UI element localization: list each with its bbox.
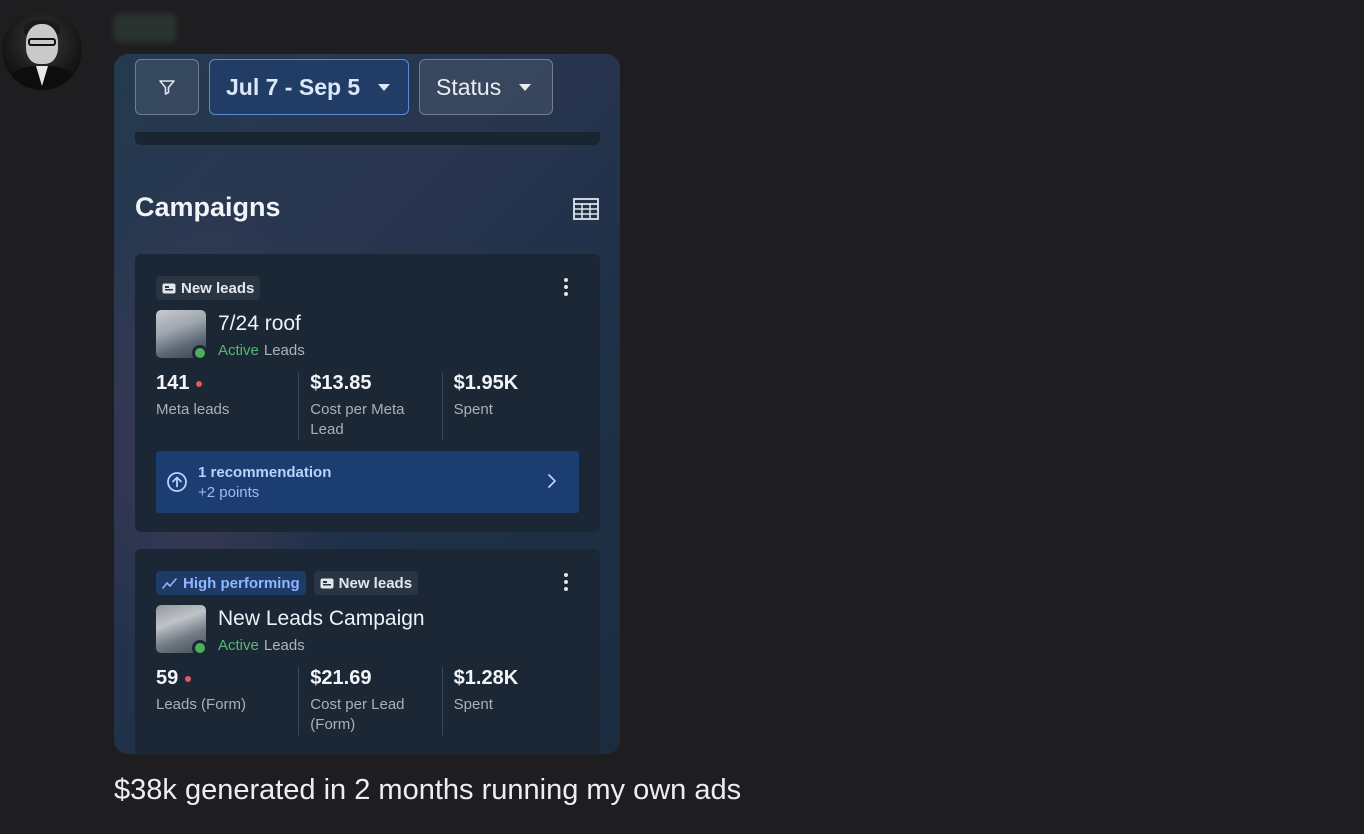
alert-dot [196,380,203,387]
filter-button[interactable] [135,59,199,115]
avatar[interactable] [2,10,82,90]
metric-results: 59 Leads (Form) [156,667,300,735]
campaign-card[interactable]: New leads 7/24 roof Active Leads 141 Meta… [135,254,600,532]
post-caption: $38k generated in 2 months running my ow… [114,774,742,806]
recommendation-button[interactable]: 1 recommendation +2 points [156,451,579,513]
active-status-dot [192,640,208,656]
metric-spent: $1.95K Spent [453,372,519,418]
metrics-row: 59 Leads (Form) $21.69 Cost per Lead (Fo… [156,667,586,735]
more-options-icon[interactable] [562,571,570,595]
metric-spent: $1.28K Spent [453,667,519,713]
chevron-right-icon [548,474,556,488]
caret-down-icon [519,83,532,91]
date-range-label: Jul 7 - Sep 5 [226,73,361,100]
campaign-name[interactable]: 7/24 roof [218,312,301,336]
metric-cost: $21.69 Cost per Lead (Form) [299,667,443,735]
more-options-icon[interactable] [562,276,570,300]
filter-icon [159,80,175,95]
metric-cost: $13.85 Cost per Meta Lead [299,372,443,440]
filter-toolbar: Jul 7 - Sep 5 Status [135,59,553,115]
campaign-status: Active Leads [218,342,305,359]
trend-icon [162,578,177,589]
metric-results: 141 Meta leads [156,372,300,440]
tag-new-leads: New leads [156,276,261,300]
active-status-dot [192,345,208,361]
alert-dot [185,675,192,682]
metrics-row: 141 Meta leads $13.85 Cost per Meta Lead… [156,372,586,440]
status-label: Status [436,73,502,100]
screenshot-image: Jul 7 - Sep 5 Status Campaigns New leads [114,54,620,754]
lead-form-icon [162,283,176,293]
tag-high-performing: High performing [156,571,306,595]
tag-new-leads: New leads [313,571,419,595]
date-range-dropdown[interactable]: Jul 7 - Sep 5 [209,59,409,115]
section-title: Campaigns [135,192,281,222]
lead-form-icon [320,578,334,588]
campaign-name[interactable]: New Leads Campaign [218,607,425,631]
campaign-status: Active Leads [218,637,305,654]
status-dropdown[interactable]: Status [419,59,553,115]
caret-down-icon [378,83,391,91]
table-view-icon[interactable] [573,198,599,220]
recommendation-icon [167,472,187,492]
divider [135,132,600,145]
username-blurred [114,14,176,42]
campaign-card[interactable]: High performing New leads New Leads Camp… [135,549,600,754]
